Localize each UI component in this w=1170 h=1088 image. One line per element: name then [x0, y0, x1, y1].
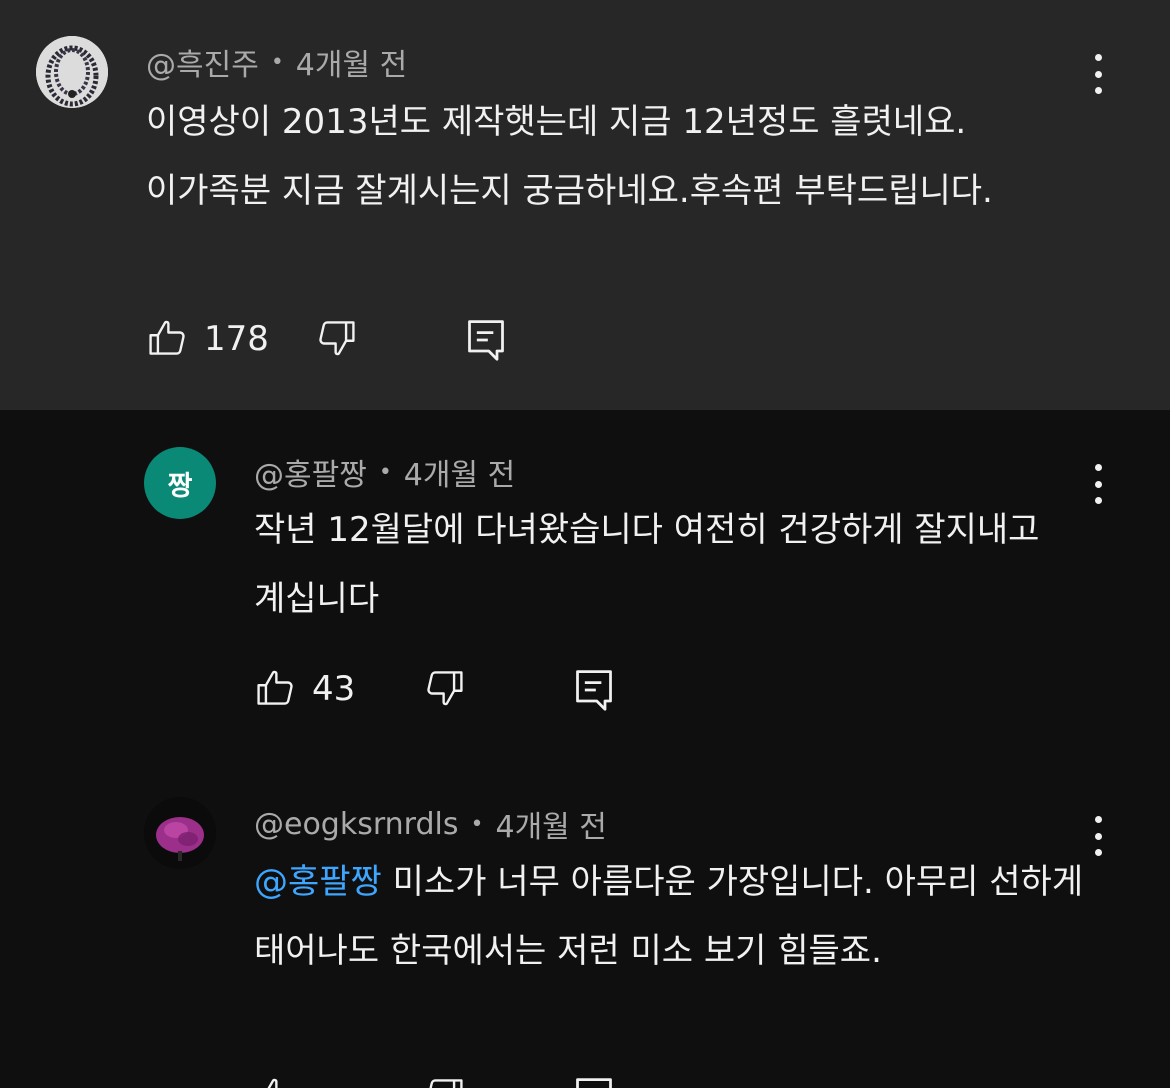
avatar[interactable]: 짱 — [144, 447, 216, 519]
comment-meta: @홍팔짱 • 4개월 전 — [254, 450, 515, 494]
comment-actions — [254, 1074, 634, 1088]
like-count: 43 — [312, 669, 356, 709]
thumbs-up-icon[interactable] — [254, 666, 298, 710]
highlighted-comment: @흑진주 • 4개월 전 이영상이 2013년도 제작햇는데 지금 12년정도 … — [0, 0, 1170, 410]
more-vertical-icon[interactable] — [1078, 52, 1118, 96]
reply-comment: @eogksrnrdls • 4개월 전 @홍팔짱 미소가 너무 아름다운 가장… — [0, 762, 1170, 1088]
comment-actions: 43 — [254, 666, 634, 714]
comment-text: 이영상이 2013년도 제작햇는데 지금 12년정도 흘렷네요. 이가족분 지금… — [146, 102, 993, 211]
reply-comment-icon[interactable] — [572, 1074, 616, 1088]
comment-author[interactable]: @eogksrnrdls — [254, 807, 459, 842]
meta-separator: • — [378, 459, 392, 485]
mention-link[interactable]: @홍팔짱 — [254, 862, 382, 902]
thumbs-down-icon[interactable] — [422, 1074, 466, 1088]
reply-comment: 짱 @홍팔짱 • 4개월 전 작년 12월달에 다녀왔습니다 여전히 건강하게 … — [0, 410, 1170, 750]
comments-screen: @흑진주 • 4개월 전 이영상이 2013년도 제작햇는데 지금 12년정도 … — [0, 0, 1170, 1088]
reply-comment-icon[interactable] — [572, 666, 616, 714]
meta-separator: • — [470, 811, 484, 837]
thumbs-down-icon[interactable] — [422, 666, 466, 710]
purple-flower-avatar-icon — [144, 797, 216, 869]
like-count: 178 — [204, 319, 269, 359]
comment-author[interactable]: @홍팔짱 — [254, 450, 367, 494]
avatar-letter: 짱 — [167, 470, 193, 502]
thumbs-down-icon[interactable] — [314, 316, 358, 360]
comment-author[interactable]: @흑진주 — [146, 40, 259, 84]
comment-meta: @eogksrnrdls • 4개월 전 — [254, 802, 607, 846]
thumbs-up-icon[interactable] — [254, 1074, 298, 1088]
thumbs-up-icon[interactable] — [146, 316, 190, 360]
comment-text: @홍팔짱 미소가 너무 아름다운 가장입니다. 아무리 선하게 태어나도 한국에… — [254, 848, 1094, 986]
reply-comment-icon[interactable] — [464, 316, 508, 364]
pearl-necklace-avatar-icon — [36, 36, 108, 108]
comment-meta: @흑진주 • 4개월 전 — [146, 40, 407, 84]
comment-time: 4개월 전 — [495, 810, 607, 845]
meta-separator: • — [270, 49, 284, 75]
avatar[interactable] — [36, 36, 108, 108]
comment-text: 작년 12월달에 다녀왔습니다 여전히 건강하게 잘지내고 계십니다 — [254, 510, 1040, 619]
avatar[interactable] — [144, 797, 216, 869]
comment-time: 4개월 전 — [403, 458, 516, 493]
comment-time: 4개월 전 — [295, 48, 408, 83]
comment-actions: 178 — [146, 316, 526, 364]
